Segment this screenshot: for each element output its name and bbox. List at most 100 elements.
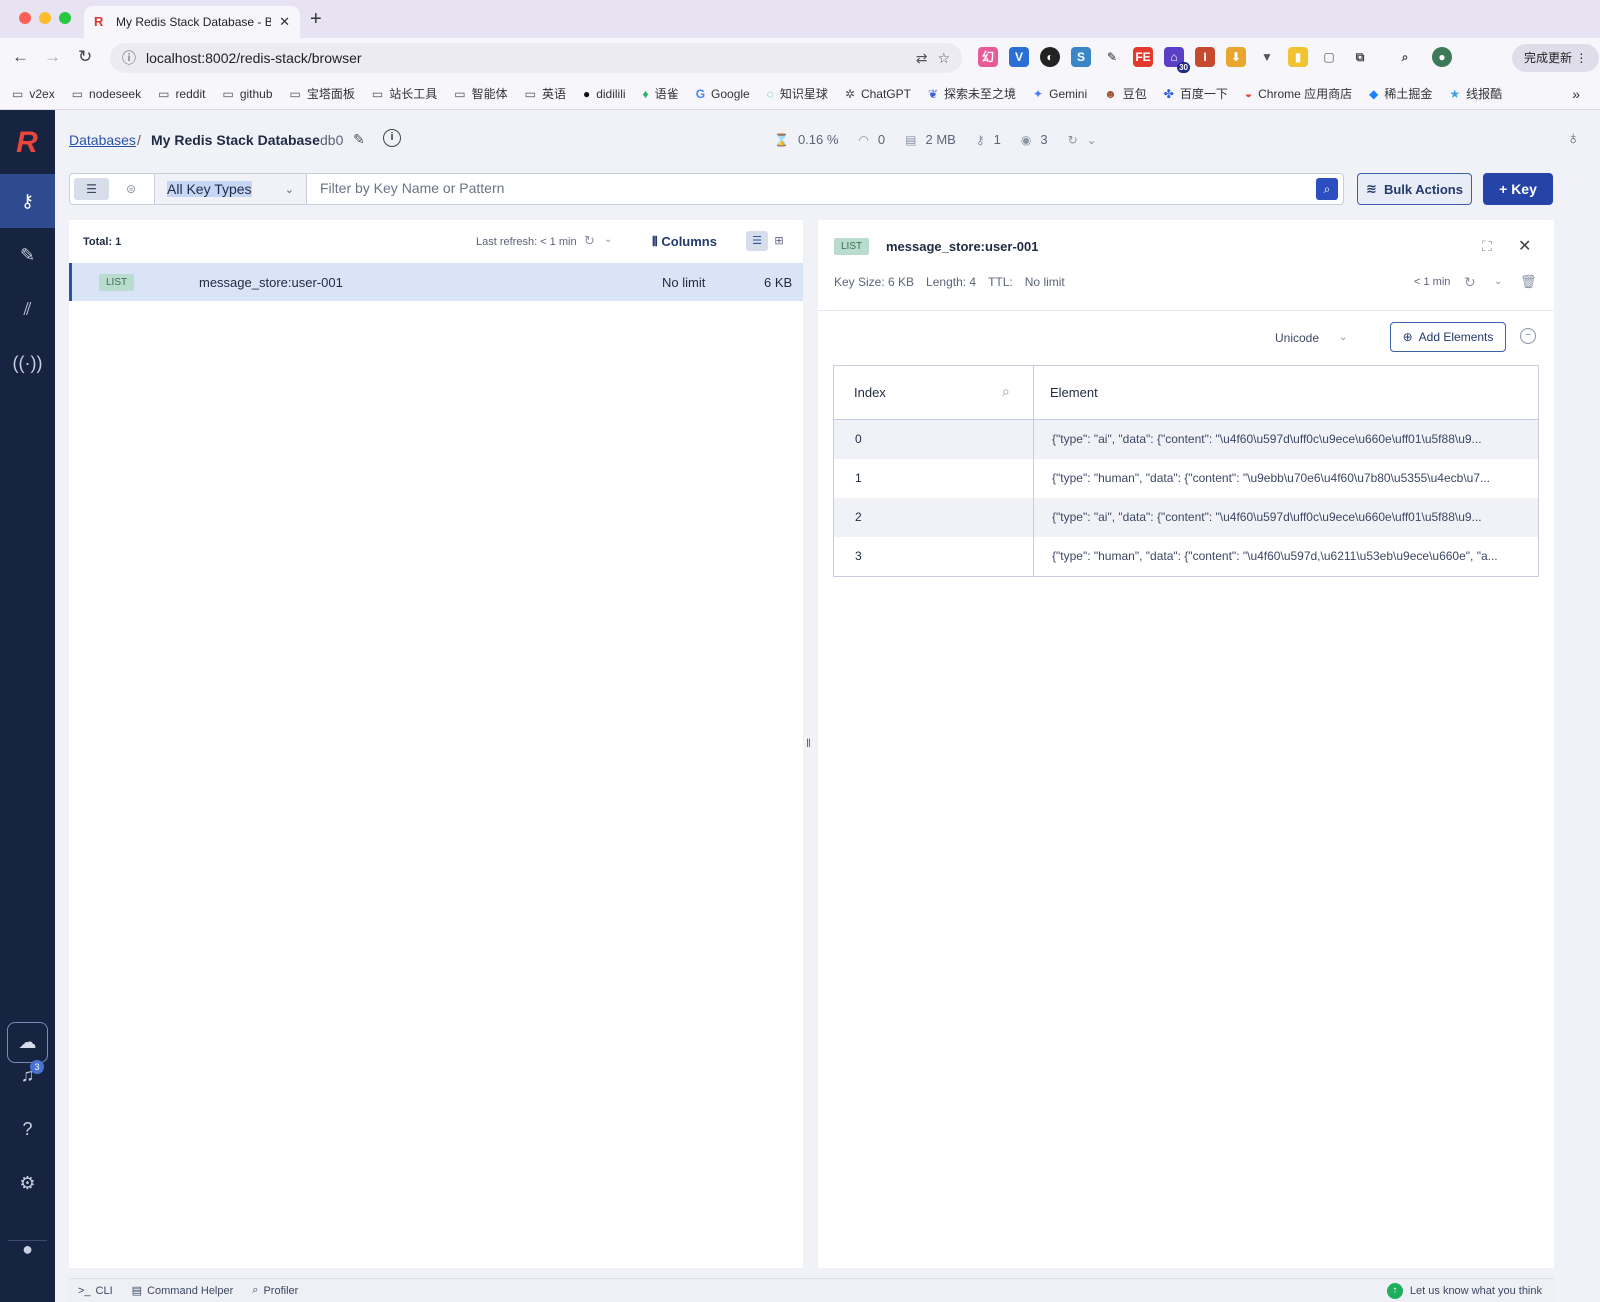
close-icon[interactable]: ✕ (1518, 236, 1531, 256)
tab-close-icon[interactable]: ✕ (279, 14, 290, 30)
table-row[interactable]: 2 {"type": "ai", "data": {"content": "\u… (834, 498, 1538, 537)
extensions-puzzle-icon[interactable]: ⧉ (1350, 47, 1370, 67)
new-tab-button[interactable]: + (310, 8, 322, 31)
element-value[interactable]: {"type": "human", "data": {"content": "\… (1034, 537, 1538, 576)
window-close-button[interactable] (19, 12, 31, 24)
filter-mode-icon[interactable]: ☰ (74, 178, 109, 200)
ttl-value[interactable]: No limit (1025, 275, 1065, 289)
extension-v-icon[interactable]: V (1009, 47, 1029, 67)
redis-logo-icon[interactable]: R (12, 128, 42, 158)
browser-key-icon[interactable]: ⚷ (0, 174, 55, 228)
key-details-name[interactable]: message_store:user-001 (886, 239, 1038, 254)
bookmark-item[interactable]: ▭ v2ex (12, 87, 55, 101)
insights-lightbulb-icon[interactable]: ♁ (1567, 128, 1581, 149)
chevron-down-icon[interactable]: ⌄ (604, 234, 612, 245)
bookmark-item[interactable]: ❦ 探索未至之境 (928, 85, 1016, 102)
search-icon[interactable]: ⌕ (1002, 383, 1010, 400)
window-maximize-button[interactable] (59, 12, 71, 24)
site-info-icon[interactable]: ⓘ (122, 48, 136, 68)
table-row[interactable]: 0 {"type": "ai", "data": {"content": "\u… (834, 420, 1538, 459)
bookmarks-more-icon[interactable]: » (1572, 86, 1580, 102)
element-value[interactable]: {"type": "human", "data": {"content": "\… (1034, 459, 1538, 498)
bookmark-item[interactable]: ✤ 百度一下 (1164, 85, 1228, 102)
table-row[interactable]: 1 {"type": "human", "data": {"content": … (834, 459, 1538, 498)
bookmark-item[interactable]: ▭ 站长工具 (372, 85, 437, 102)
analytics-chart-icon[interactable]: ⫽ (0, 282, 55, 336)
element-value[interactable]: {"type": "ai", "data": {"content": "\u4f… (1034, 498, 1538, 537)
format-select[interactable]: Unicode (1275, 331, 1319, 345)
bookmark-item[interactable]: ☻ 豆包 (1104, 85, 1147, 102)
chevron-down-icon[interactable]: ⌄ (1339, 332, 1347, 343)
extension-pen-icon[interactable]: ✎ (1102, 47, 1122, 67)
search-tabs-icon[interactable]: ⌕ (1395, 47, 1415, 67)
profiler-button[interactable]: ⌕ Profiler (252, 1284, 298, 1297)
extension-vue-icon[interactable]: ▼ (1257, 47, 1277, 67)
bookmark-item[interactable]: ▭ reddit (158, 87, 205, 101)
search-icon[interactable]: ⌕ (1316, 178, 1338, 200)
bookmark-item[interactable]: ◌ 知识星球 (767, 85, 828, 102)
extension-download-icon[interactable]: ⬇ (1226, 47, 1246, 67)
translate-icon[interactable]: ⇄ (916, 50, 928, 67)
extension-fe-icon[interactable]: FE (1133, 47, 1153, 67)
extension-note-icon[interactable]: ▮ (1288, 47, 1308, 67)
reload-icon[interactable]: ↻ (78, 47, 92, 67)
bookmark-item[interactable]: ✦ Gemini (1033, 87, 1087, 101)
github-icon[interactable]: ● (0, 1222, 55, 1276)
panel-resize-handle[interactable]: ‖ (806, 736, 811, 750)
edit-db-index-icon[interactable]: ✎ (353, 131, 365, 148)
profile-avatar[interactable]: ● (1432, 47, 1452, 67)
workbench-edit-icon[interactable]: ✎ (0, 228, 55, 282)
table-row[interactable]: 3 {"type": "human", "data": {"content": … (834, 537, 1538, 576)
browser-tab[interactable]: R My Redis Stack Database - B ✕ (84, 6, 300, 38)
feedback-link[interactable]: ↑ Let us know what you think (1386, 1283, 1542, 1299)
refresh-icon[interactable]: ↻ (1068, 133, 1078, 147)
notification-bell-icon[interactable]: ♫ (0, 1048, 55, 1102)
pubsub-broadcast-icon[interactable]: ((·)) (0, 336, 55, 390)
address-bar[interactable]: ⓘ localhost:8002/redis-stack/browser ⇄ ☆ (110, 43, 962, 73)
bookmark-star-icon[interactable]: ☆ (937, 50, 950, 67)
bookmark-item[interactable]: ◒ Chrome 应用商店 (1245, 85, 1352, 102)
command-helper-button[interactable]: ▤ Command Helper (132, 1284, 234, 1298)
help-icon[interactable]: ? (0, 1102, 55, 1156)
db-index[interactable]: db0 (320, 132, 343, 148)
address-url[interactable]: localhost:8002/redis-stack/browser (146, 50, 906, 66)
bookmark-item[interactable]: G Google (696, 87, 750, 101)
chevron-down-icon[interactable]: ⌄ (1087, 133, 1097, 147)
bookmark-item[interactable]: ✲ ChatGPT (845, 87, 911, 101)
bookmark-item[interactable]: ▭ 智能体 (454, 85, 507, 102)
breadcrumb-databases-link[interactable]: Databases (69, 132, 136, 148)
fullscreen-icon[interactable]: ⛶ (1482, 238, 1492, 255)
refresh-icon[interactable]: ↻ (584, 233, 595, 249)
bookmark-item[interactable]: ▭ 英语 (525, 85, 566, 102)
extension-circle-icon[interactable]: ◐ (1040, 47, 1060, 67)
bulk-actions-button[interactable]: ≋ Bulk Actions (1357, 173, 1472, 205)
add-elements-button[interactable]: ⊕ Add Elements (1390, 322, 1506, 352)
auto-refresh-stat[interactable]: ↻ ⌄ (1068, 132, 1097, 147)
extension-i-icon[interactable]: I (1195, 47, 1215, 67)
key-type-select[interactable]: All Key Types ⌄ (154, 174, 307, 204)
chevron-down-icon[interactable]: ⌄ (1494, 276, 1502, 287)
bookmark-item[interactable]: ● didilili (583, 87, 626, 101)
table-row[interactable]: LIST message_store:user-001 No limit 6 K… (69, 263, 803, 301)
key-filter-input[interactable]: Filter by Key Name or Pattern (320, 180, 504, 196)
remove-elements-icon[interactable]: − (1520, 328, 1536, 344)
bookmark-item[interactable]: ♦ 语雀 (643, 85, 679, 102)
tree-view-icon[interactable]: ⊞ (768, 231, 790, 251)
extension-badge-icon[interactable]: ⌂ 30 (1164, 47, 1190, 73)
search-mode-icon[interactable]: ⊜ (117, 178, 145, 200)
settings-gear-icon[interactable]: ⚙ (0, 1156, 55, 1210)
bookmark-item[interactable]: ★ 线报酷 (1449, 85, 1502, 102)
browser-update-button[interactable]: 完成更新 ⋮ (1512, 44, 1600, 72)
database-info-icon[interactable]: i (383, 129, 401, 147)
add-key-button[interactable]: + Key (1483, 173, 1553, 205)
bookmark-item[interactable]: ▭ github (222, 87, 272, 101)
refresh-icon[interactable]: ↻ (1464, 274, 1476, 291)
bookmark-item[interactable]: ◆ 稀土掘金 (1369, 85, 1432, 102)
list-view-icon[interactable]: ☰ (746, 231, 768, 251)
forward-arrow-icon[interactable]: → (44, 47, 61, 67)
extension-translate-icon[interactable]: 幻 (978, 47, 998, 67)
delete-trash-icon[interactable]: 🗑 (1520, 274, 1537, 290)
columns-button[interactable]: ⦀ Columns (652, 234, 717, 250)
element-value[interactable]: {"type": "ai", "data": {"content": "\u4f… (1034, 420, 1538, 459)
extension-s-icon[interactable]: S (1071, 47, 1091, 67)
